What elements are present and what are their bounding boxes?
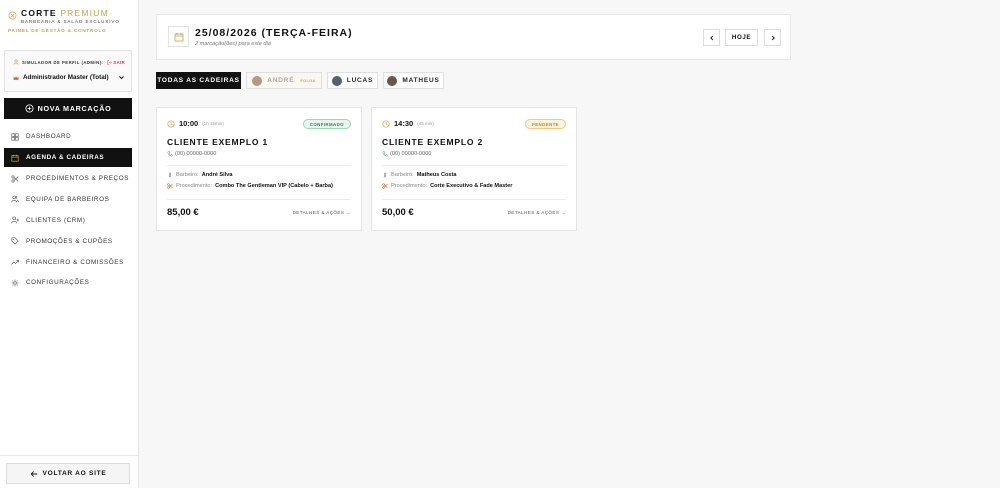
sidebar-divider bbox=[0, 455, 139, 456]
crown-icon bbox=[13, 75, 19, 80]
status-badge: FOLGA bbox=[300, 78, 316, 83]
arrow-left-icon bbox=[30, 470, 37, 477]
booking-card[interactable]: 10:00 (1h 15min) CONFIRMADO CLIENTE EXEM… bbox=[156, 107, 362, 231]
divider bbox=[167, 199, 351, 200]
logout-icon bbox=[107, 59, 112, 65]
nav-item-promotions[interactable]: PROMOÇÕES & CUPÕES bbox=[4, 231, 132, 251]
client-name: CLIENTE EXEMPLO 2 bbox=[382, 137, 483, 147]
tab-chair-matheus[interactable]: MATHEUS bbox=[383, 72, 444, 89]
avatar bbox=[387, 75, 398, 86]
barber-info: Barbeiro: Matheus Costa bbox=[382, 172, 457, 178]
scissors-icon bbox=[167, 183, 173, 189]
brand-tagline: BARBEARIA & SALÃO EXCLUSIVO bbox=[21, 19, 120, 24]
today-button[interactable]: HOJE bbox=[725, 29, 758, 46]
booking-card[interactable]: 14:30 (45 min) PENDENTE CLIENTE EXEMPLO … bbox=[371, 107, 577, 231]
barber-icon bbox=[384, 172, 386, 178]
chevron-left-icon bbox=[709, 35, 713, 40]
procedure-info: Procedimento: Corte Executivo & Fade Mast… bbox=[382, 183, 512, 189]
tag-icon bbox=[11, 237, 19, 245]
next-day-button[interactable] bbox=[764, 29, 781, 46]
booking-duration: (1h 15min) bbox=[202, 121, 224, 126]
logout-button[interactable]: SAIR bbox=[107, 60, 125, 65]
date-header: 25/08/2026 (TERÇA-FEIRA) 2 marcação(ões)… bbox=[156, 14, 791, 60]
profile-select-value: Administrador Master (Total) bbox=[23, 74, 109, 81]
tab-all-chairs[interactable]: TODAS AS CADEIRAS bbox=[156, 72, 241, 89]
avatar bbox=[331, 75, 342, 86]
phone-icon bbox=[167, 151, 173, 157]
nav-item-agenda[interactable]: AGENDA & CADEIRAS bbox=[4, 147, 132, 168]
barber-icon bbox=[169, 172, 171, 178]
nav-item-settings[interactable]: CONFIGURAÇÕES bbox=[4, 273, 132, 293]
brand: CORTE PREMIUM BARBEARIA & SALÃO EXCLUSIV… bbox=[8, 8, 133, 24]
chevron-down-icon bbox=[119, 76, 124, 80]
scissors-icon bbox=[382, 183, 388, 189]
booking-price: 50,00 € bbox=[382, 207, 414, 218]
calendar-badge bbox=[168, 26, 189, 47]
tab-chair-lucas[interactable]: LUCAS bbox=[327, 72, 378, 89]
gear-icon bbox=[11, 279, 19, 287]
trend-icon bbox=[11, 260, 19, 265]
scissors-icon bbox=[11, 175, 19, 183]
page-title: 25/08/2026 (TERÇA-FEIRA) bbox=[195, 27, 353, 39]
barber-info: Barbeiro: André Silva bbox=[167, 172, 232, 178]
back-to-site-button[interactable]: VOLTAR AO SITE bbox=[6, 463, 130, 484]
calendar-icon bbox=[174, 32, 183, 41]
nav-item-finance[interactable]: FINANCEIRO & COMISSÕES bbox=[4, 252, 132, 272]
avatar bbox=[252, 75, 263, 86]
status-badge: PENDENTE bbox=[524, 119, 566, 129]
brand-panel-label: PAINEL DE GESTÃO & CONTROLO bbox=[8, 28, 107, 33]
tab-chair-andre[interactable]: ANDRÉ FOLGA bbox=[246, 72, 322, 89]
brand-title: CORTE PREMIUM bbox=[21, 8, 109, 18]
user-icon bbox=[13, 59, 19, 65]
booking-price: 85,00 € bbox=[167, 207, 199, 218]
details-link[interactable]: DETALHES & AÇÕES → bbox=[508, 210, 566, 215]
simulator-label: SIMULADOR DE PERFIL (ADMIN): bbox=[13, 59, 103, 65]
dashboard-icon bbox=[11, 133, 19, 141]
team-icon bbox=[11, 196, 19, 203]
clients-icon bbox=[11, 216, 19, 224]
status-badge: CONFIRMADO bbox=[302, 119, 351, 129]
calendar-icon bbox=[11, 154, 19, 162]
divider bbox=[167, 165, 351, 166]
nav-item-procedures[interactable]: PROCEDIMENTOS & PREÇOS bbox=[4, 169, 132, 189]
phone-icon bbox=[382, 151, 388, 157]
plus-circle-icon bbox=[25, 104, 34, 113]
booking-duration: (45 min) bbox=[417, 121, 434, 126]
details-link[interactable]: DETALHES & AÇÕES → bbox=[293, 210, 351, 215]
booking-time: 14:30 (45 min) bbox=[382, 119, 434, 128]
clock-icon bbox=[382, 119, 390, 128]
new-booking-button[interactable]: NOVA MARCAÇÃO bbox=[4, 98, 132, 119]
bookings-count: 2 marcação(ões) para este dia bbox=[195, 41, 271, 47]
sidebar: CORTE PREMIUM BARBEARIA & SALÃO EXCLUSIV… bbox=[0, 0, 139, 488]
profile-simulator: SIMULADOR DE PERFIL (ADMIN): SAIR Admini… bbox=[4, 50, 132, 92]
client-phone: (00) 00000-0000 bbox=[382, 151, 431, 157]
previous-day-button[interactable] bbox=[703, 29, 720, 46]
client-name: CLIENTE EXEMPLO 1 bbox=[167, 137, 268, 147]
divider bbox=[382, 199, 566, 200]
main-nav: DASHBOARD AGENDA & CADEIRAS PROCEDIMENTO… bbox=[4, 127, 132, 294]
clock-icon bbox=[167, 119, 175, 128]
scissors-logo-icon bbox=[8, 11, 17, 20]
nav-item-dashboard[interactable]: DASHBOARD bbox=[4, 127, 132, 147]
profile-select[interactable]: Administrador Master (Total) bbox=[13, 70, 125, 85]
nav-item-team[interactable]: EQUIPA DE BARBEIROS bbox=[4, 190, 132, 210]
booking-time: 10:00 (1h 15min) bbox=[167, 119, 224, 128]
nav-item-clients[interactable]: CLIENTES (CRM) bbox=[4, 211, 132, 231]
chevron-right-icon bbox=[771, 35, 775, 40]
client-phone: (00) 00000-0000 bbox=[167, 151, 216, 157]
procedure-info: Procedimento: Combo The Gentleman VIP (Ca… bbox=[167, 183, 333, 189]
divider bbox=[382, 165, 566, 166]
